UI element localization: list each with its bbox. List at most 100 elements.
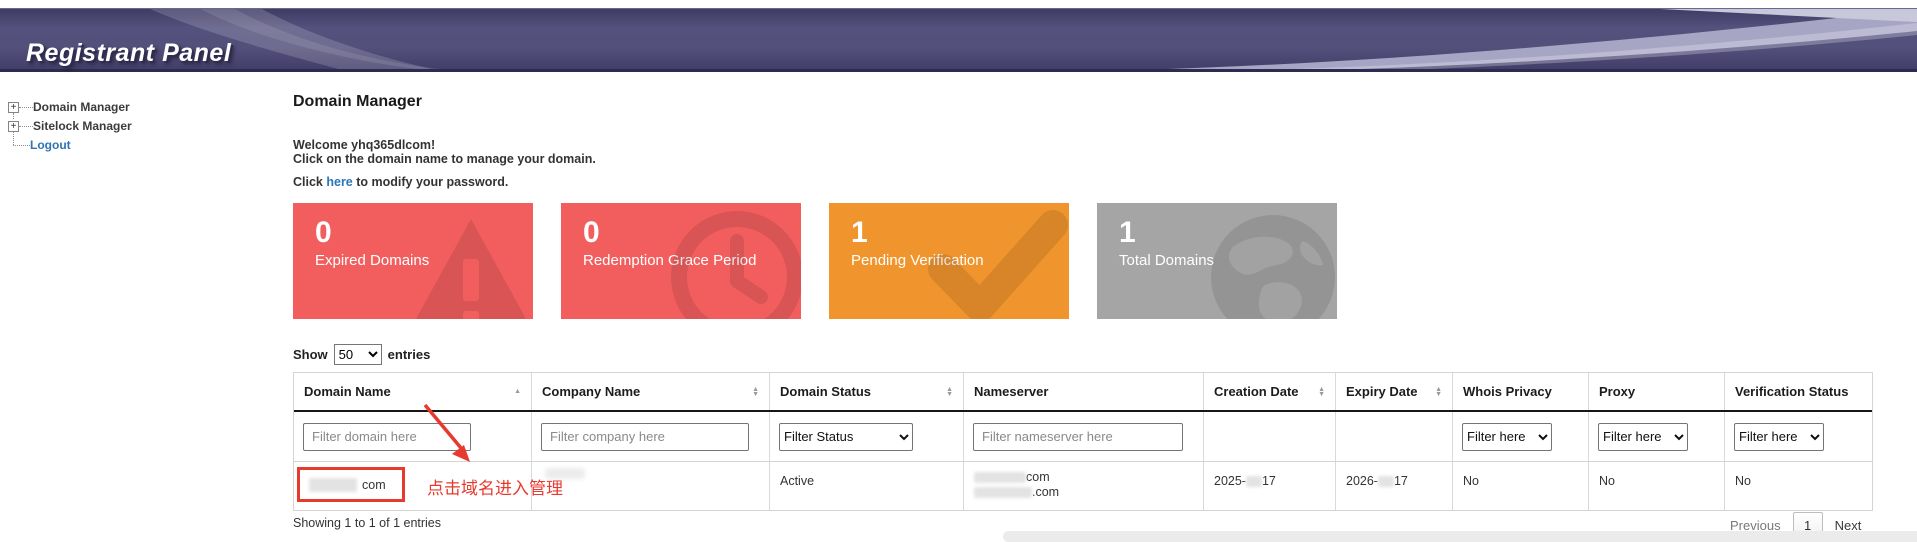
nameserver-line-1: com <box>974 470 1193 485</box>
verification-filter-select[interactable]: Filter here <box>1734 423 1824 451</box>
verification-status-cell: No <box>1725 462 1872 510</box>
logout-link[interactable]: Logout <box>30 138 71 152</box>
column-header-verification-status[interactable]: Verification Status <box>1725 373 1872 410</box>
password-hint: Click here to modify your password. <box>293 175 508 189</box>
banner-swoosh-graphic <box>0 9 1917 72</box>
sort-asc-icon: ▲ <box>514 389 521 394</box>
nameserver-suffix: com <box>1026 470 1050 484</box>
sort-both-icon: ▲▼ <box>946 387 953 397</box>
filter-cell-company <box>532 412 770 461</box>
filter-cell-status: Filter Status <box>770 412 964 461</box>
sort-both-icon: ▲▼ <box>1435 387 1442 397</box>
sidebar-item-label[interactable]: Domain Manager <box>33 100 130 114</box>
registrant-panel-page: Registrant Panel Domain Manager Sitelock… <box>0 0 1917 542</box>
nameserver-filter-input[interactable] <box>973 423 1183 451</box>
column-label: Domain Name <box>304 384 391 399</box>
sidebar-item-label[interactable]: Sitelock Manager <box>33 119 132 133</box>
show-entries-control: Show 50 entries <box>293 344 430 365</box>
creation-date-prefix: 2025- <box>1214 474 1246 488</box>
sort-both-icon: ▲▼ <box>752 387 759 397</box>
column-header-nameserver[interactable]: Nameserver <box>964 373 1204 410</box>
nameserver-cell: com .com <box>964 462 1204 510</box>
redacted-date-part <box>1378 476 1394 487</box>
welcome-text: Welcome yhq365dlcom! Click on the domain… <box>293 139 596 166</box>
column-label: Proxy <box>1599 384 1635 399</box>
check-icon <box>925 207 1069 319</box>
password-hint-prefix: Click <box>293 175 326 189</box>
column-label: Nameserver <box>974 384 1048 399</box>
annotation-text: 点击域名进入管理 <box>427 474 563 499</box>
filter-cell-domain <box>294 412 532 461</box>
redacted-smudge <box>545 468 585 479</box>
annotation-arrow-icon <box>418 402 488 468</box>
entries-label: entries <box>388 347 431 362</box>
column-header-creation-date[interactable]: Creation Date ▲▼ <box>1204 373 1336 410</box>
domain-highlight-box[interactable]: com <box>297 467 405 502</box>
warning-triangle-icon <box>404 217 533 319</box>
filter-cell-whois-privacy: Filter here <box>1453 412 1589 461</box>
redacted-domain-text <box>309 478 357 492</box>
tree-connector <box>13 145 30 146</box>
expand-plus-icon[interactable] <box>8 102 19 113</box>
redacted-nameserver-text <box>974 472 1026 483</box>
column-label: Creation Date <box>1214 384 1299 399</box>
sidebar-item-sitelock-manager[interactable]: Sitelock Manager <box>8 119 132 133</box>
column-header-proxy[interactable]: Proxy <box>1589 373 1725 410</box>
status-filter-select[interactable]: Filter Status <box>779 423 913 451</box>
stat-card-total-domains[interactable]: 1 Total Domains <box>1097 203 1337 319</box>
table-summary: Showing 1 to 1 of 1 entries <box>293 516 441 530</box>
domain-status-cell: Active <box>770 462 964 510</box>
redacted-nameserver-text <box>974 487 1032 498</box>
creation-date-cell: 2025- 17 <box>1204 462 1336 510</box>
header-banner: Registrant Panel <box>0 8 1917 71</box>
expiry-date-suffix: 17 <box>1394 474 1408 488</box>
column-header-domain-status[interactable]: Domain Status ▲▼ <box>770 373 964 410</box>
show-label: Show <box>293 347 328 362</box>
globe-icon <box>1203 207 1337 319</box>
welcome-line2: Click on the domain name to manage your … <box>293 153 596 167</box>
column-header-company-name[interactable]: Company Name ▲▼ <box>532 373 770 410</box>
filter-cell-verification: Filter here <box>1725 412 1872 461</box>
page-title: Domain Manager <box>293 93 422 111</box>
sort-both-icon: ▲▼ <box>1318 387 1325 397</box>
stat-card-redemption-grace[interactable]: 0 Redemption Grace Period <box>561 203 801 319</box>
expand-plus-icon[interactable] <box>8 121 19 132</box>
creation-date-suffix: 17 <box>1262 474 1276 488</box>
expiry-date-prefix: 2026- <box>1346 474 1378 488</box>
change-password-link[interactable]: here <box>326 175 352 189</box>
sidebar-item-domain-manager[interactable]: Domain Manager <box>8 100 130 114</box>
column-header-domain-name[interactable]: Domain Name ▲ <box>294 373 532 410</box>
whois-privacy-cell: No <box>1453 462 1589 510</box>
expiry-date-cell: 2026- 17 <box>1336 462 1453 510</box>
filter-cell-expiry-date <box>1336 412 1453 461</box>
clock-icon <box>667 207 801 319</box>
company-filter-input[interactable] <box>541 423 749 451</box>
filter-cell-proxy: Filter here <box>1589 412 1725 461</box>
whois-privacy-filter-select[interactable]: Filter here <box>1462 423 1552 451</box>
app-title: Registrant Panel <box>26 39 231 68</box>
nameserver-suffix: .com <box>1032 485 1059 499</box>
proxy-cell: No <box>1589 462 1725 510</box>
filter-cell-creation-date <box>1204 412 1336 461</box>
redacted-date-part <box>1246 476 1262 487</box>
bottom-scrollbar[interactable] <box>1003 531 1917 542</box>
table-filter-row: Filter Status Filter here Filter here <box>294 412 1872 462</box>
stat-card-pending-verification[interactable]: 1 Pending Verification <box>829 203 1069 319</box>
nameserver-line-2: .com <box>974 485 1193 500</box>
entries-per-page-select[interactable]: 50 <box>334 344 382 365</box>
column-label: Expiry Date <box>1346 384 1418 399</box>
filter-cell-nameserver <box>964 412 1204 461</box>
password-hint-suffix: to modify your password. <box>353 175 509 189</box>
column-header-expiry-date[interactable]: Expiry Date ▲▼ <box>1336 373 1453 410</box>
column-label: Domain Status <box>780 384 871 399</box>
tree-connector <box>19 126 33 127</box>
column-header-whois-privacy[interactable]: Whois Privacy <box>1453 373 1589 410</box>
table-header-row: Domain Name ▲ Company Name ▲▼ Domain Sta… <box>294 373 1872 412</box>
stat-card-expired-domains[interactable]: 0 Expired Domains <box>293 203 533 319</box>
column-label: Company Name <box>542 384 640 399</box>
sidebar-item-logout[interactable]: Logout <box>13 138 71 152</box>
domain-link[interactable]: com <box>362 478 386 492</box>
proxy-filter-select[interactable]: Filter here <box>1598 423 1688 451</box>
column-label: Whois Privacy <box>1463 384 1552 399</box>
tree-connector <box>19 107 33 108</box>
